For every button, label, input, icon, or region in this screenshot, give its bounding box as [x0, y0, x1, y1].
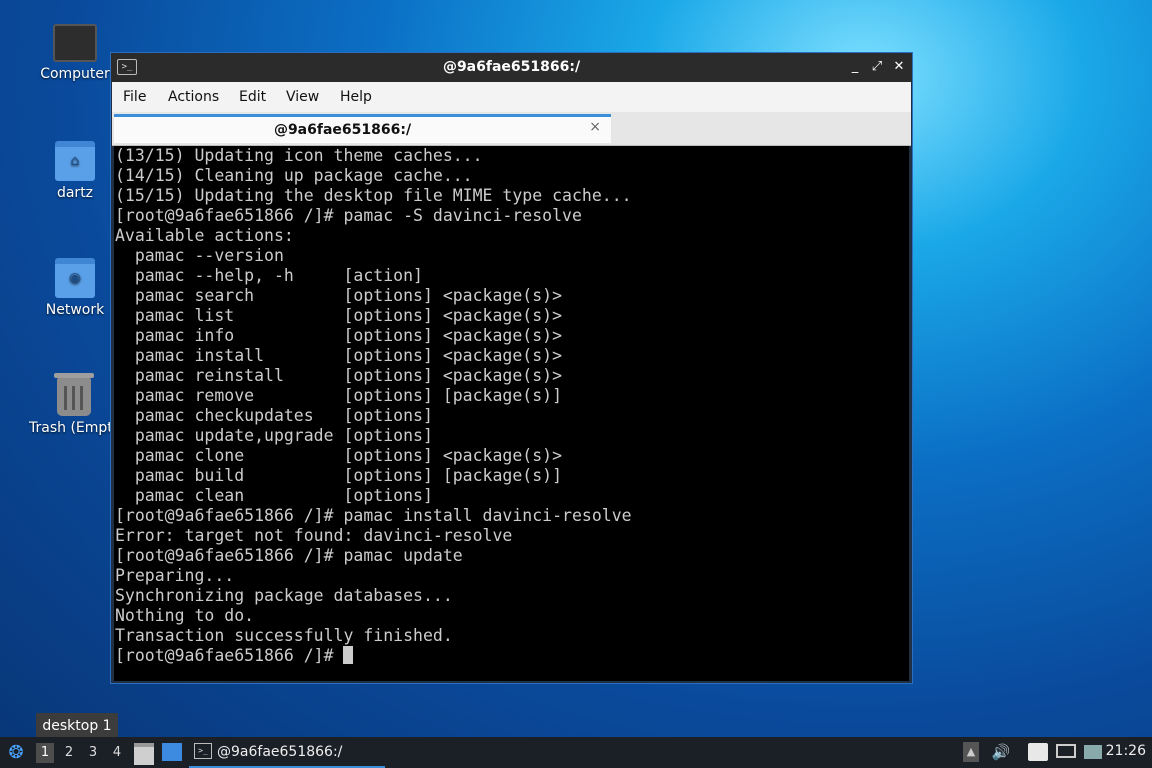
app-menu-icon[interactable]: ❂ [5, 742, 27, 764]
file-manager-launcher-icon[interactable] [134, 743, 154, 765]
terminal-line: pamac list [options] <package(s)> [115, 306, 563, 325]
desktop-icon-label: dartz [56, 185, 94, 201]
network-folder-icon: ◉ [55, 258, 95, 298]
terminal-line: Error: target not found: davinci-resolve [115, 526, 513, 545]
terminal-line: (14/15) Cleaning up package cache... [115, 166, 473, 185]
clock[interactable]: 21:26 [1106, 743, 1146, 759]
desktop-icon-home[interactable]: ⌂ dartz [30, 141, 120, 201]
menubar: File Actions Edit View Help [112, 82, 911, 112]
network-icon[interactable] [1056, 744, 1076, 758]
desktop-switch-4[interactable]: 4 [108, 743, 126, 763]
terminal-line: (13/15) Updating icon theme caches... [115, 146, 483, 165]
terminal-window: >_ @9a6fae651866:/ _ ⤢ ✕ File Actions Ed… [110, 52, 913, 684]
menu-help[interactable]: Help [340, 89, 372, 105]
taskbar: ❂ 1 2 3 4 >_ @9a6fae651866:/ ▲ 🔊 21:26 [0, 737, 1152, 768]
text-cursor [343, 646, 354, 664]
terminal-line: pamac search [options] <package(s)> [115, 286, 563, 305]
desktop-icon-trash[interactable]: Trash (Empt [24, 373, 120, 436]
terminal-line: Preparing... [115, 566, 235, 585]
terminal-line: [root@9a6fae651866 /]# pamac install dav… [115, 506, 632, 525]
desktop-icon-computer[interactable]: Computer [30, 24, 120, 82]
desktop-icon-label: Trash (Empt [29, 420, 113, 436]
terminal-line: (15/15) Updating the desktop file MIME t… [115, 186, 632, 205]
task-label: @9a6fae651866:/ [217, 744, 343, 760]
window-title: @9a6fae651866:/ [442, 59, 581, 75]
desktop-icon-label: Computer [40, 66, 110, 82]
terminal-line: pamac clone [options] <package(s)> [115, 446, 563, 465]
taskbar-task-terminal[interactable]: >_ @9a6fae651866:/ [189, 739, 385, 768]
terminal-line: pamac clean [options] [115, 486, 433, 505]
terminal-prompt: [root@9a6fae651866 /]# [115, 646, 344, 665]
up-arrow-icon[interactable]: ▲ [963, 742, 979, 762]
menu-view[interactable]: View [286, 89, 319, 105]
menu-actions[interactable]: Actions [168, 89, 219, 105]
terminal-line: [root@9a6fae651866 /]# pamac update [115, 546, 463, 565]
terminal-prompt-line: [root@9a6fae651866 /]# [115, 646, 909, 666]
tab-bar: @9a6fae651866:/ × [112, 112, 911, 146]
monitor-icon[interactable] [1084, 745, 1102, 759]
terminal-icon: >_ [194, 743, 212, 759]
computer-icon [53, 24, 97, 62]
desktop-switch-2[interactable]: 2 [60, 743, 78, 763]
terminal-line: pamac checkupdates [options] [115, 406, 433, 425]
maximize-icon[interactable]: ⤢ [868, 58, 886, 76]
terminal-line: pamac remove [options] [package(s)] [115, 386, 563, 405]
terminal-line: Synchronizing package databases... [115, 586, 453, 605]
tab-title: @9a6fae651866:/ [273, 122, 412, 138]
tab-terminal[interactable]: @9a6fae651866:/ × [114, 114, 611, 143]
trash-icon [54, 373, 94, 416]
terminal-line: pamac --version [115, 246, 284, 265]
window-titlebar[interactable]: >_ @9a6fae651866:/ _ ⤢ ✕ [111, 53, 912, 82]
terminal-line: pamac --help, -h [action] [115, 266, 423, 285]
terminal-line: Transaction successfully finished. [115, 626, 453, 645]
tab-close-icon[interactable]: × [589, 119, 601, 135]
terminal-line: Available actions: [115, 226, 294, 245]
desktop-icon-label: Network [45, 302, 105, 318]
show-desktop-icon[interactable] [162, 743, 182, 761]
terminal-line: pamac install [options] <package(s)> [115, 346, 563, 365]
desktop-icon-network[interactable]: ◉ Network [30, 258, 120, 318]
clipboard-icon[interactable] [1028, 743, 1048, 761]
pager-tooltip: desktop 1 [36, 713, 118, 739]
terminal-line: Nothing to do. [115, 606, 255, 625]
menu-edit[interactable]: Edit [239, 89, 266, 105]
close-icon[interactable]: ✕ [890, 58, 908, 76]
terminal-line: pamac update,upgrade [options] [115, 426, 433, 445]
desktop-switch-3[interactable]: 3 [84, 743, 102, 763]
terminal-output[interactable]: (13/15) Updating icon theme caches... (14… [114, 146, 909, 681]
terminal-line: pamac info [options] <package(s)> [115, 326, 563, 345]
menu-file[interactable]: File [123, 89, 146, 105]
volume-icon[interactable]: 🔊 [990, 742, 1012, 762]
minimize-icon[interactable]: _ [846, 58, 864, 76]
desktop-switch-1[interactable]: 1 [36, 743, 54, 763]
home-folder-icon: ⌂ [55, 141, 95, 181]
terminal-line: pamac reinstall [options] <package(s)> [115, 366, 563, 385]
terminal-line: pamac build [options] [package(s)] [115, 466, 563, 485]
terminal-line: [root@9a6fae651866 /]# pamac -S davinci-… [115, 206, 582, 225]
